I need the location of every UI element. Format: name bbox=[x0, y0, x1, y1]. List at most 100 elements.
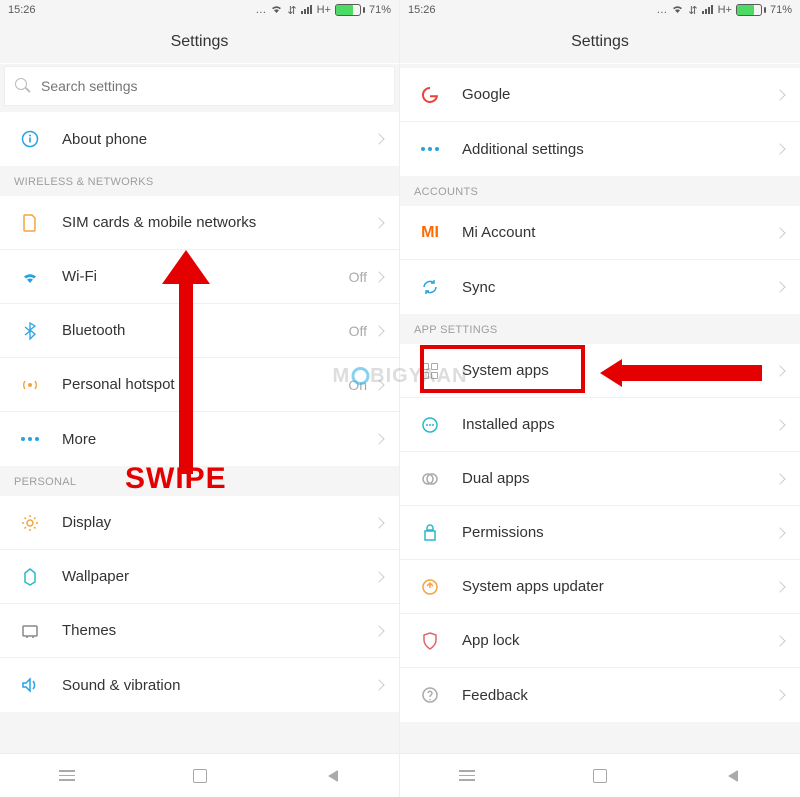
row-label: Sync bbox=[462, 279, 776, 296]
mi-logo-icon: MI bbox=[416, 224, 444, 242]
row-label: Bluetooth bbox=[62, 322, 349, 339]
row-more[interactable]: More bbox=[0, 412, 399, 466]
row-mi-account[interactable]: MI Mi Account bbox=[400, 206, 800, 260]
search-input[interactable] bbox=[41, 78, 384, 94]
row-system-apps-updater[interactable]: System apps updater bbox=[400, 560, 800, 614]
row-label: Wallpaper bbox=[62, 568, 375, 585]
right-screenshot: 15:26 … ⇵ H+ 71% Settings bbox=[400, 0, 800, 797]
nav-back[interactable] bbox=[722, 765, 744, 787]
row-hotspot[interactable]: Personal hotspot On bbox=[0, 358, 399, 412]
more-dots-icon bbox=[16, 437, 44, 441]
row-additional[interactable]: Additional settings bbox=[400, 122, 800, 176]
info-icon bbox=[16, 130, 44, 148]
chevron-right-icon bbox=[373, 679, 384, 690]
nav-back[interactable] bbox=[322, 765, 344, 787]
lock-shield-icon bbox=[416, 632, 444, 650]
bluetooth-icon bbox=[16, 322, 44, 340]
sync-icon bbox=[416, 278, 444, 296]
google-g-icon bbox=[416, 86, 444, 104]
chevron-right-icon bbox=[774, 527, 785, 538]
row-google[interactable]: Google bbox=[400, 68, 800, 122]
android-navbar bbox=[0, 753, 399, 797]
left-screenshot: 15:26 … ⇵ H+ 71% Settings bbox=[0, 0, 400, 797]
search-icon bbox=[15, 78, 31, 94]
row-dual-apps[interactable]: Dual apps bbox=[400, 452, 800, 506]
chevron-right-icon bbox=[373, 217, 384, 228]
themes-icon bbox=[16, 623, 44, 639]
row-sound[interactable]: Sound & vibration bbox=[0, 658, 399, 712]
data-updown-icon: ⇵ bbox=[688, 4, 697, 17]
battery-icon bbox=[736, 4, 766, 16]
installed-apps-icon bbox=[416, 416, 444, 434]
nav-home[interactable] bbox=[189, 765, 211, 787]
network-type: H+ bbox=[718, 4, 732, 16]
display-icon bbox=[16, 514, 44, 532]
row-label: Display bbox=[62, 514, 375, 531]
chevron-right-icon bbox=[373, 625, 384, 636]
update-icon bbox=[416, 578, 444, 596]
row-sync[interactable]: Sync bbox=[400, 260, 800, 314]
chevron-right-icon bbox=[373, 133, 384, 144]
chevron-right-icon bbox=[774, 281, 785, 292]
signal-icon bbox=[301, 4, 313, 17]
row-label: Wi-Fi bbox=[62, 268, 349, 285]
row-label: Sound & vibration bbox=[62, 677, 375, 694]
clock: 15:26 bbox=[8, 4, 36, 16]
row-label: Google bbox=[462, 86, 776, 103]
row-about-phone[interactable]: About phone bbox=[0, 112, 399, 166]
row-label: Mi Account bbox=[462, 224, 776, 241]
row-bluetooth[interactable]: Bluetooth Off bbox=[0, 304, 399, 358]
chevron-right-icon bbox=[774, 227, 785, 238]
row-permissions[interactable]: Permissions bbox=[400, 506, 800, 560]
chevron-right-icon bbox=[373, 571, 384, 582]
android-navbar bbox=[400, 753, 800, 797]
chevron-right-icon bbox=[373, 517, 384, 528]
row-value: Off bbox=[349, 323, 367, 339]
wallpaper-icon bbox=[16, 568, 44, 586]
row-system-apps[interactable]: System apps bbox=[400, 344, 800, 398]
sim-icon bbox=[16, 214, 44, 232]
row-label: SIM cards & mobile networks bbox=[62, 214, 375, 231]
hotspot-icon bbox=[16, 376, 44, 394]
row-label: App lock bbox=[462, 632, 776, 649]
row-label: Dual apps bbox=[462, 470, 776, 487]
network-type: H+ bbox=[317, 4, 331, 16]
battery-icon bbox=[335, 4, 365, 16]
chevron-right-icon bbox=[774, 365, 785, 376]
row-wallpaper[interactable]: Wallpaper bbox=[0, 550, 399, 604]
dual-apps-icon bbox=[416, 470, 444, 488]
data-updown-icon: ⇵ bbox=[287, 4, 296, 17]
row-label: Additional settings bbox=[462, 141, 776, 158]
row-themes[interactable]: Themes bbox=[0, 604, 399, 658]
nav-recent[interactable] bbox=[56, 765, 78, 787]
chevron-right-icon bbox=[774, 89, 785, 100]
permissions-icon bbox=[416, 524, 444, 542]
row-label: Installed apps bbox=[462, 416, 776, 433]
chevron-right-icon bbox=[774, 581, 785, 592]
row-label: More bbox=[62, 431, 375, 448]
row-app-lock[interactable]: App lock bbox=[400, 614, 800, 668]
clock: 15:26 bbox=[408, 4, 436, 16]
status-bar: 15:26 … ⇵ H+ 71% bbox=[400, 0, 800, 20]
wifi-icon bbox=[16, 270, 44, 284]
chevron-right-icon bbox=[774, 635, 785, 646]
chevron-right-icon bbox=[373, 379, 384, 390]
chevron-right-icon bbox=[774, 689, 785, 700]
row-label: Themes bbox=[62, 622, 375, 639]
row-display[interactable]: Display bbox=[0, 496, 399, 550]
search-settings[interactable] bbox=[4, 66, 395, 106]
nav-home[interactable] bbox=[589, 765, 611, 787]
nav-recent[interactable] bbox=[456, 765, 478, 787]
chevron-right-icon bbox=[373, 433, 384, 444]
row-feedback[interactable]: Feedback bbox=[400, 668, 800, 722]
row-wifi[interactable]: Wi-Fi Off bbox=[0, 250, 399, 304]
section-app-settings: APP SETTINGS bbox=[400, 314, 800, 344]
titlebar: Settings bbox=[400, 20, 800, 64]
chevron-right-icon bbox=[774, 419, 785, 430]
row-sim[interactable]: SIM cards & mobile networks bbox=[0, 196, 399, 250]
row-value: Off bbox=[349, 269, 367, 285]
titlebar: Settings bbox=[0, 20, 399, 64]
chevron-right-icon bbox=[774, 143, 785, 154]
status-bar: 15:26 … ⇵ H+ 71% bbox=[0, 0, 399, 20]
row-installed-apps[interactable]: Installed apps bbox=[400, 398, 800, 452]
